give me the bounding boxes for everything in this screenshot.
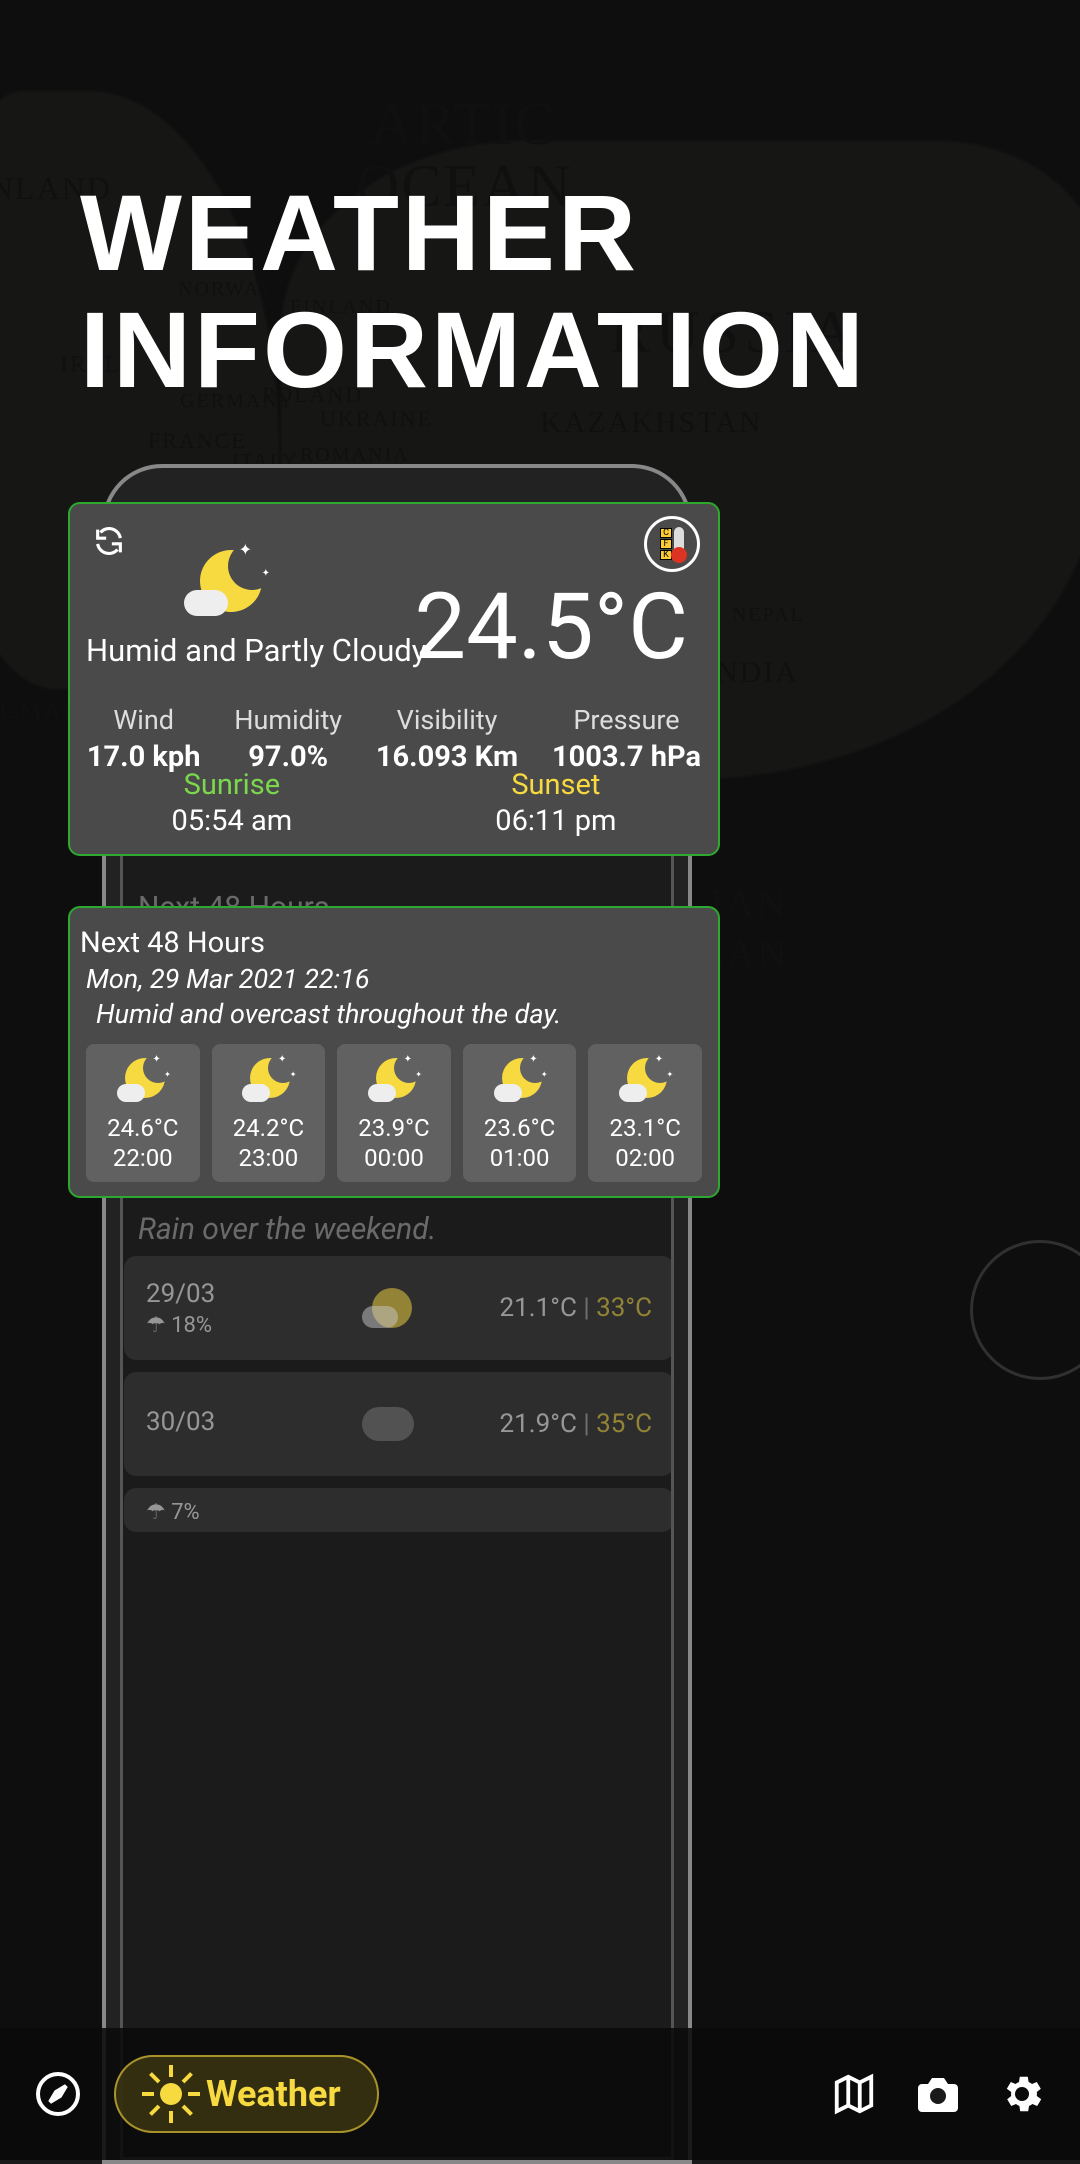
camera-icon[interactable] bbox=[910, 2066, 966, 2122]
sunrise: Sunrise 05:54 am bbox=[172, 768, 293, 838]
hourly-forecast-card: Next 48 Hours Mon, 29 Mar 2021 22:16 Hum… bbox=[68, 906, 720, 1198]
settings-icon[interactable] bbox=[994, 2066, 1050, 2122]
bottom-nav: Weather bbox=[0, 2028, 1080, 2160]
promo-title: WEATHER INFORMATION bbox=[80, 175, 867, 408]
hourly-strip[interactable]: ✦✦ 24.6°C 22:00 ✦✦ 24.2°C 23:00 ✦✦ 23.9°… bbox=[80, 1044, 708, 1182]
sun-times-row: Sunrise 05:54 am Sunset 06:11 pm bbox=[70, 768, 718, 838]
stat-humidity: Humidity 97.0% bbox=[234, 704, 342, 774]
current-temperature: 24.5°C bbox=[414, 574, 688, 681]
daily-forecast-row[interactable]: 29/03 ☂ 18% 21.1°C | 33°C bbox=[124, 1256, 674, 1360]
hour-cell[interactable]: ✦✦ 23.9°C 00:00 bbox=[337, 1044, 451, 1182]
partly-cloudy-night-icon: ✦✦ bbox=[115, 1052, 171, 1108]
weather-tab[interactable]: Weather bbox=[114, 2055, 379, 2133]
daily-date: 30/03 bbox=[146, 1407, 276, 1437]
hour-cell[interactable]: ✦✦ 23.1°C 02:00 bbox=[588, 1044, 702, 1182]
daily-temps: 21.9°C | 35°C bbox=[500, 1409, 652, 1439]
weather-stats-row: Wind 17.0 kph Humidity 97.0% Visibility … bbox=[70, 704, 718, 774]
daily-temps: 21.1°C | 33°C bbox=[500, 1293, 652, 1323]
promo-line2: INFORMATION bbox=[80, 292, 867, 409]
partly-cloudy-night-icon: ✦✦ bbox=[366, 1052, 422, 1108]
cloud-icon bbox=[276, 1407, 500, 1441]
daily-forecast-row[interactable]: ☂ 7% bbox=[124, 1488, 674, 1532]
refresh-icon[interactable] bbox=[92, 524, 126, 558]
hour-cell[interactable]: ✦✦ 24.2°C 23:00 bbox=[212, 1044, 326, 1182]
stat-visibility: Visibility 16.093 Km bbox=[376, 704, 518, 774]
bg-rain-summary: Rain over the weekend. bbox=[138, 1212, 436, 1247]
hourly-title: Next 48 Hours bbox=[80, 926, 708, 960]
weather-tab-label: Weather bbox=[206, 2073, 341, 2115]
hour-cell[interactable]: ✦✦ 23.6°C 01:00 bbox=[463, 1044, 577, 1182]
partly-cloudy-day-icon bbox=[276, 1284, 500, 1332]
thermometer-icon bbox=[674, 527, 684, 561]
daily-date: 29/03 bbox=[146, 1279, 276, 1309]
hourly-summary: Humid and overcast throughout the day. bbox=[96, 998, 708, 1030]
stat-pressure: Pressure 1003.7 hPa bbox=[552, 704, 701, 774]
daily-rain: ☂ 7% bbox=[146, 1500, 200, 1525]
partly-cloudy-night-icon: ✦✦ bbox=[492, 1052, 548, 1108]
sunset: Sunset 06:11 pm bbox=[495, 768, 616, 838]
daily-forecast-row[interactable]: 30/03 21.9°C | 35°C bbox=[124, 1372, 674, 1476]
promo-line1: WEATHER bbox=[80, 175, 867, 292]
condition-text: Humid and Partly Cloudy bbox=[86, 632, 426, 669]
partly-cloudy-night-icon: ✦✦ bbox=[240, 1052, 296, 1108]
temperature-unit-button[interactable]: CFK bbox=[644, 516, 700, 572]
daily-rain: ☂ 18% bbox=[146, 1313, 276, 1338]
current-weather-card: CFK ✦ ✦ Humid and Partly Cloudy 24.5°C W… bbox=[68, 502, 720, 856]
partly-cloudy-night-icon: ✦✦ bbox=[617, 1052, 673, 1108]
compass-icon[interactable] bbox=[30, 2066, 86, 2122]
hourly-datetime: Mon, 29 Mar 2021 22:16 bbox=[86, 963, 708, 995]
partly-cloudy-night-icon: ✦ ✦ bbox=[182, 540, 270, 628]
stat-wind: Wind 17.0 kph bbox=[87, 704, 201, 774]
map-icon[interactable] bbox=[826, 2066, 882, 2122]
hour-cell[interactable]: ✦✦ 24.6°C 22:00 bbox=[86, 1044, 200, 1182]
